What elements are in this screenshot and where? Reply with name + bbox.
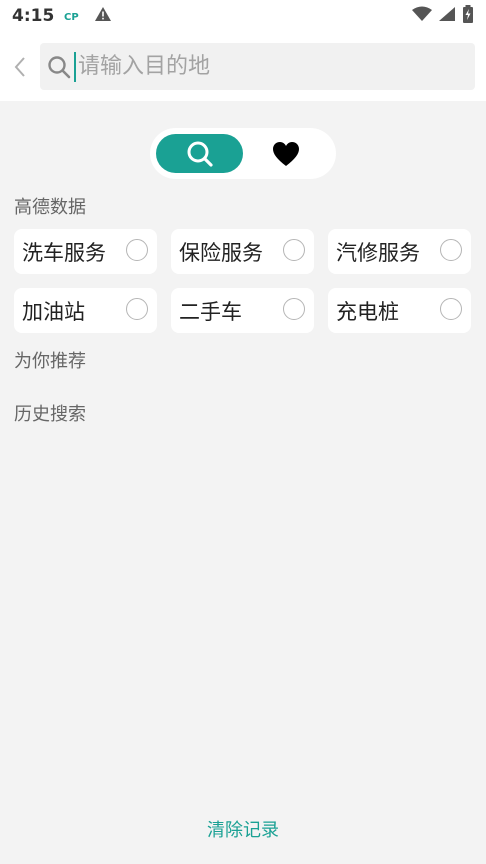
search-icon xyxy=(187,141,213,167)
heart-icon xyxy=(273,141,299,166)
radio-button[interactable] xyxy=(440,298,462,320)
back-button[interactable] xyxy=(0,32,40,101)
cell-signal-icon xyxy=(438,6,456,26)
radio-button[interactable] xyxy=(126,298,148,320)
chip-label: 保险服务 xyxy=(179,240,263,265)
category-chip[interactable]: 充电桩 xyxy=(328,288,471,333)
search-box[interactable] xyxy=(40,43,475,90)
search-mode-button[interactable] xyxy=(156,134,243,173)
status-time: 4:15 xyxy=(12,6,55,26)
svg-text:CP: CP xyxy=(64,12,79,22)
search-icon xyxy=(46,54,72,80)
clear-history-button[interactable]: 清除记录 xyxy=(0,816,486,846)
section-title-recommend: 为你推荐 xyxy=(14,351,86,372)
search-input[interactable] xyxy=(76,54,436,79)
category-chip[interactable]: 保险服务 xyxy=(171,229,314,274)
battery-charging-icon xyxy=(462,5,474,27)
mode-toggle xyxy=(150,128,336,179)
category-chip[interactable]: 洗车服务 xyxy=(14,229,157,274)
warning-icon xyxy=(94,6,112,26)
chevron-left-icon xyxy=(14,56,25,77)
category-chip[interactable]: 汽修服务 xyxy=(328,229,471,274)
favorites-mode-button[interactable] xyxy=(260,134,312,173)
top-bar xyxy=(0,32,486,101)
chip-label: 充电桩 xyxy=(336,299,399,324)
chip-label: 汽修服务 xyxy=(336,240,420,265)
radio-button[interactable] xyxy=(283,239,305,261)
radio-button[interactable] xyxy=(283,298,305,320)
chip-label: 二手车 xyxy=(179,299,242,324)
category-chip[interactable]: 二手车 xyxy=(171,288,314,333)
wifi-icon xyxy=(412,6,432,26)
section-title-history: 历史搜索 xyxy=(14,404,86,425)
category-chip[interactable]: 加油站 xyxy=(14,288,157,333)
radio-button[interactable] xyxy=(126,239,148,261)
section-title-amap: 高德数据 xyxy=(14,197,86,218)
chip-label: 加油站 xyxy=(22,299,85,324)
cp-notification-icon: CP xyxy=(64,7,82,26)
chip-label: 洗车服务 xyxy=(22,240,106,265)
radio-button[interactable] xyxy=(440,239,462,261)
status-bar: 4:15 CP xyxy=(0,0,486,32)
